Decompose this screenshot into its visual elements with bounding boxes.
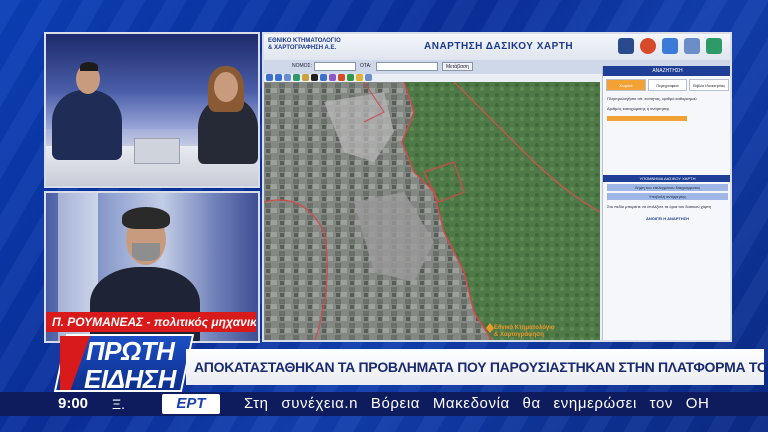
layers-icon[interactable] <box>618 38 634 54</box>
objection-button[interactable]: Υποβολή αντίρρησης <box>607 193 728 200</box>
ticker-prefix: Ξ. <box>112 396 125 412</box>
clock: 9:00 <box>58 395 89 412</box>
panel-header: ΑΝΑΖΗΤΗΣΗ <box>603 66 730 76</box>
aerial-map[interactable]: Εθνικό Κτηματολόγιο & Χαρτογράφηση <box>264 82 600 340</box>
print-icon[interactable] <box>684 38 700 54</box>
app-title: ΑΝΑΡΤΗΣΗ ΔΑΣΙΚΟΥ ΧΑΡΤΗ <box>424 41 574 52</box>
download-button[interactable]: Λήψη του επιλεγμένου διαγράμματος <box>607 184 728 191</box>
close-icon[interactable] <box>311 74 318 81</box>
select-icon[interactable] <box>329 74 336 81</box>
news-ticker: 9:00 Ξ. ΕΡΤ Στη συνέχεια.n Βόρεια Μακεδο… <box>0 392 768 416</box>
tab-descriptive[interactable]: Περιγραφικά <box>647 79 688 91</box>
laptop <box>134 138 180 164</box>
ota-select[interactable] <box>376 62 438 71</box>
panel-tabs: Χωρικά Περιγραφικά Βιβλίο Ιδιοκτησίας <box>603 76 730 94</box>
panel-input[interactable] <box>607 116 687 121</box>
zoom-out-icon[interactable] <box>275 74 282 81</box>
broadcast-frame: Π. ΡΟΥΜΑΝΕΑΣ - πολιτικός μηχανικός ΕΘΝΙΚ… <box>0 0 768 432</box>
panel-text-3: Στο πεδίο μπορείτε να επιλέξετε τα όρια … <box>607 204 711 209</box>
org-name: ΕΘΝΙΚΟ ΚΤΗΜΑΤΟΛΟΓΙΟ & ΧΑΡΤΟΓΡΑΦΗΣΗ Α.Ε. <box>268 38 341 51</box>
tree-icon[interactable] <box>347 74 354 81</box>
header-icons <box>618 38 722 54</box>
panel-text-1: Πληκτρολογήστε αίτ. ενότητας, αριθμό καθ… <box>607 96 697 101</box>
aerial-map-svg <box>264 82 600 340</box>
pan-icon[interactable] <box>284 74 291 81</box>
channel-logo: ΕΡΤ <box>162 394 220 414</box>
print-tool-icon[interactable] <box>365 74 372 81</box>
logo-line-2: ΕΙΔΗΣΗ <box>84 364 176 394</box>
male-anchor <box>52 90 122 160</box>
email-icon[interactable] <box>640 38 656 54</box>
open-posting-link[interactable]: ΑΝΟΙΓΕΙ Η ΑΝΑΡΤΗΣΗ <box>603 216 730 221</box>
nomos-label: ΝΟΜΟΣ: <box>292 63 313 69</box>
globe-icon[interactable] <box>706 38 722 54</box>
extent-icon[interactable] <box>320 74 327 81</box>
tab-spatial[interactable]: Χωρικά <box>606 79 646 91</box>
guest-caption: Π. ΡΟΥΜΑΝΕΑΣ - πολιτικός μηχανικός <box>46 312 256 332</box>
layer-icon[interactable] <box>356 74 363 81</box>
news-headline: ΑΠΟΚΑΤΑΣΤΑΘΗΚΑΝ ΤΑ ΠΡΟΒΛΗΜΑΤΑ ΠΟΥ ΠΑΡΟΥΣ… <box>186 349 764 385</box>
map-icon[interactable] <box>662 38 678 54</box>
ota-label: ΟΤΑ: <box>360 63 372 69</box>
forest-map-app: ΕΘΝΙΚΟ ΚΤΗΜΑΤΟΛΟΓΙΟ & ΧΑΡΤΟΓΡΑΦΗΣΗ Α.Ε. … <box>262 32 732 342</box>
nomos-select[interactable] <box>314 62 356 71</box>
ticker-text: Στη συνέχεια.n Βόρεια Μακεδονία θα ενημε… <box>244 395 710 412</box>
legend-header: ΥΠΟΜΝΗΜΑ ΔΑΣΙΚΟΥ ΧΑΡΤΗ <box>603 175 730 182</box>
studio-video <box>44 32 260 188</box>
search-panel: ΑΝΑΖΗΤΗΣΗ Χωρικά Περιγραφικά Βιβλίο Ιδιο… <box>602 66 730 340</box>
measure-icon[interactable] <box>302 74 309 81</box>
logo-line-1: ΠΡΩΤΗ <box>86 336 175 366</box>
app-header: ΕΘΝΙΚΟ ΚΤΗΜΑΤΟΛΟΓΙΟ & ΧΑΡΤΟΓΡΑΦΗΣΗ Α.Ε. … <box>264 34 730 60</box>
go-button[interactable]: Μετάβαση <box>442 62 473 71</box>
tab-registry[interactable]: Βιβλίο Ιδιοκτησίας <box>689 79 730 91</box>
zoom-in-icon[interactable] <box>266 74 273 81</box>
clear-icon[interactable] <box>338 74 345 81</box>
info-icon[interactable] <box>293 74 300 81</box>
program-logo: ΠΡΩΤΗ ΕΙΔΗΣΗ <box>53 334 195 394</box>
map-watermark: Εθνικό Κτηματολόγιο & Χαρτογράφηση <box>486 323 555 339</box>
panel-text-2: Αριθμός καταχώρισης ή ανάρτησης <box>607 106 670 111</box>
